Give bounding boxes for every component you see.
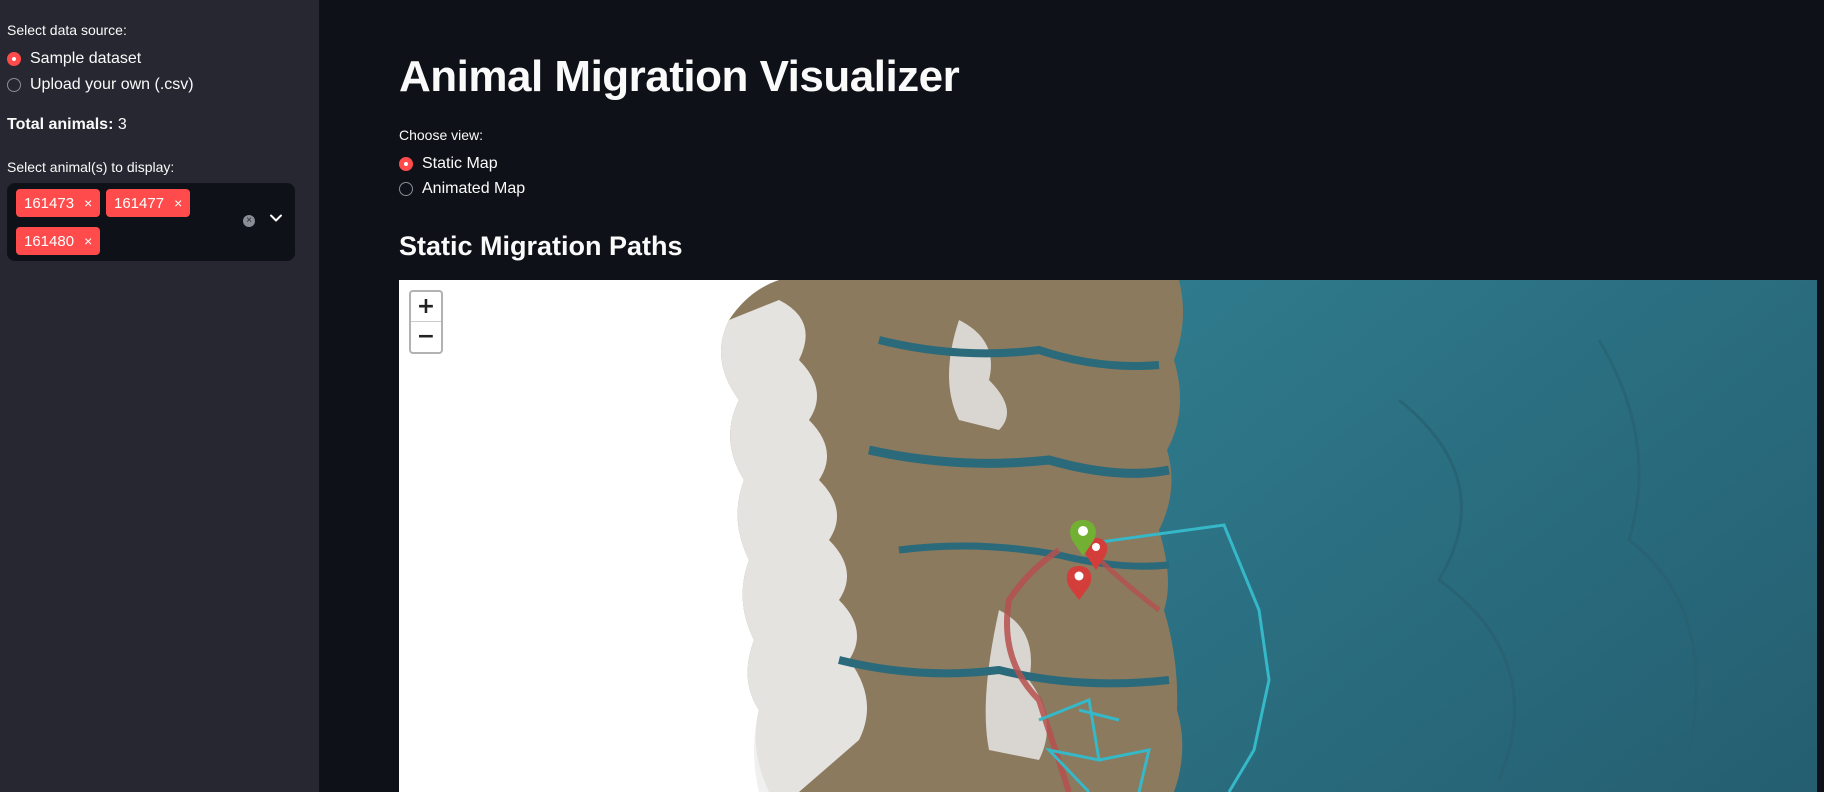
clear-all-icon[interactable]: × <box>243 215 255 227</box>
animal-tag-label: 161477 <box>114 194 165 212</box>
radio-label: Animated Map <box>422 180 526 197</box>
radio-label: Static Map <box>422 155 498 172</box>
zoom-in-button[interactable]: + <box>411 292 441 322</box>
zoom-control: + − <box>409 290 443 354</box>
migration-map[interactable]: + − <box>399 280 1817 792</box>
radio-unselected-icon[interactable] <box>7 78 21 92</box>
total-animals-label: Total animals: <box>7 116 114 133</box>
animal-multiselect[interactable]: 161473 × 161477 × 161480 × × <box>7 183 295 261</box>
radio-selected-icon[interactable] <box>7 52 21 66</box>
radio-label: Upload your own (.csv) <box>30 76 194 93</box>
radio-animated-map[interactable]: Animated Map <box>399 180 525 198</box>
radio-static-map[interactable]: Static Map <box>399 155 498 173</box>
animal-tag-label: 161480 <box>24 232 75 250</box>
remove-tag-icon[interactable]: × <box>84 233 92 249</box>
radio-upload-csv[interactable]: Upload your own (.csv) <box>7 76 194 94</box>
select-animals-label: Select animal(s) to display: <box>7 159 175 175</box>
ocean-area <box>1159 280 1817 792</box>
zoom-out-button[interactable]: − <box>411 322 441 351</box>
total-animals: Total animals: 3 <box>7 116 127 134</box>
remove-tag-icon[interactable]: × <box>174 195 182 211</box>
animal-tag[interactable]: 161473 × <box>16 189 101 217</box>
chevron-down-icon[interactable] <box>269 211 283 225</box>
animal-tag[interactable]: 161477 × <box>106 189 191 217</box>
choose-view-label: Choose view: <box>399 127 484 143</box>
radio-selected-icon[interactable] <box>399 157 413 171</box>
radio-label: Sample dataset <box>30 50 142 67</box>
animal-tag[interactable]: 161480 × <box>16 227 101 255</box>
section-title: Static Migration Paths <box>399 231 683 261</box>
sidebar: Select data source: Sample dataset Uploa… <box>0 0 319 792</box>
remove-tag-icon[interactable]: × <box>84 195 92 211</box>
animal-tag-label: 161473 <box>24 194 75 212</box>
radio-unselected-icon[interactable] <box>399 182 413 196</box>
data-source-label: Select data source: <box>7 22 127 38</box>
radio-sample-dataset[interactable]: Sample dataset <box>7 50 141 68</box>
page-title: Animal Migration Visualizer <box>399 52 960 101</box>
total-animals-value: 3 <box>117 116 127 133</box>
map-tiles[interactable] <box>399 280 1817 792</box>
